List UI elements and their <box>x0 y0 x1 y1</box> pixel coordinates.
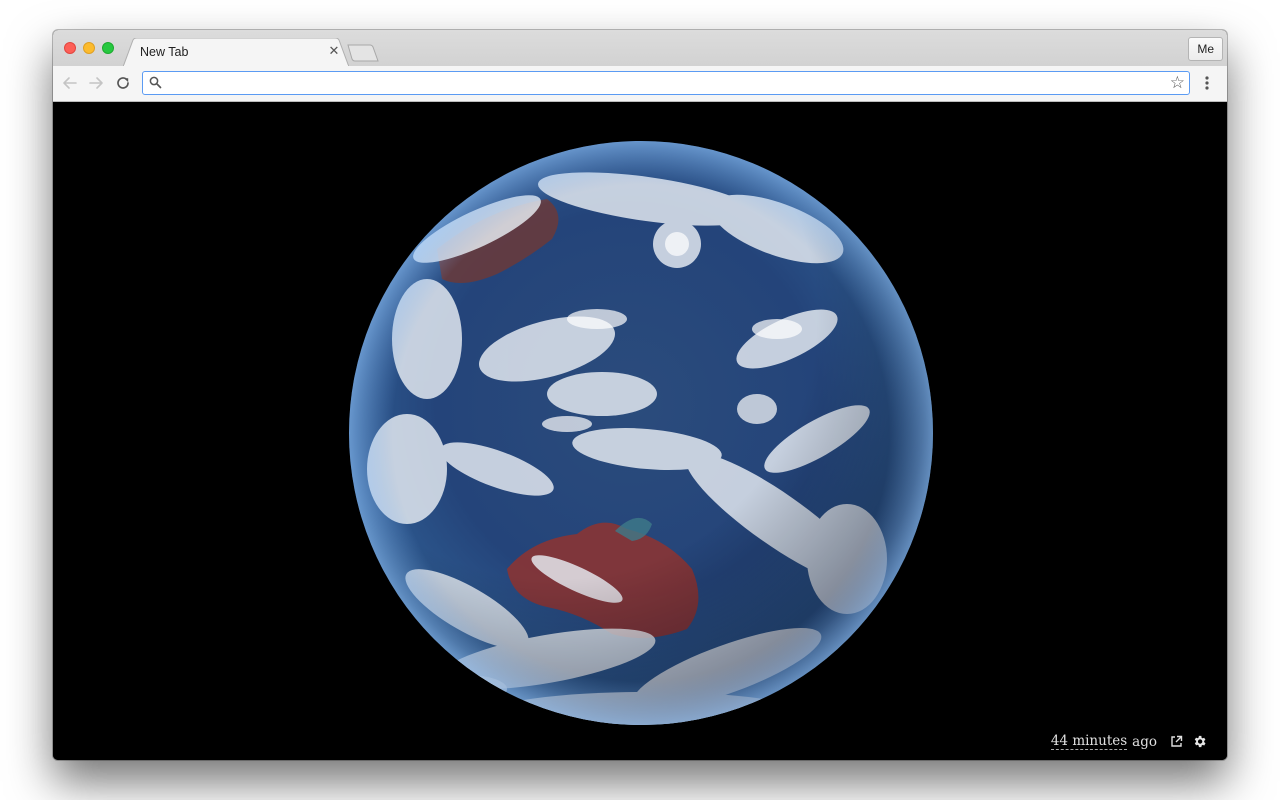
image-footer: 44 minutes ago <box>1050 733 1207 750</box>
external-link-icon[interactable] <box>1170 735 1183 748</box>
earth-image <box>349 141 933 725</box>
window-minimize-button[interactable] <box>83 42 95 54</box>
reload-icon[interactable] <box>114 74 132 92</box>
image-age-suffix: ago <box>1132 733 1157 750</box>
new-tab-page: 44 minutes ago <box>53 102 1227 760</box>
image-age-link[interactable]: 44 minutes <box>1050 733 1128 750</box>
tab-new-tab[interactable]: New Tab ✕ <box>123 38 349 67</box>
tab-title: New Tab <box>140 45 189 59</box>
window-maximize-button[interactable] <box>102 42 114 54</box>
arrow-back-icon[interactable] <box>61 74 79 92</box>
tab-strip: New Tab ✕ Me <box>53 30 1227 67</box>
browser-window: New Tab ✕ Me ☆ 44 minutes ago <box>53 30 1227 760</box>
toolbar: ☆ <box>53 66 1227 102</box>
arrow-forward-icon[interactable] <box>87 74 105 92</box>
star-icon[interactable]: ☆ <box>1170 73 1185 93</box>
close-icon[interactable]: ✕ <box>327 44 341 58</box>
kebab-menu-icon[interactable] <box>1201 75 1213 91</box>
profile-button[interactable]: Me <box>1188 37 1223 61</box>
gear-icon[interactable] <box>1192 734 1207 749</box>
address-input[interactable] <box>167 74 1161 94</box>
search-icon <box>149 76 162 89</box>
window-close-button[interactable] <box>64 42 76 54</box>
omnibox[interactable]: ☆ <box>142 71 1190 95</box>
new-tab-button[interactable] <box>347 44 379 62</box>
